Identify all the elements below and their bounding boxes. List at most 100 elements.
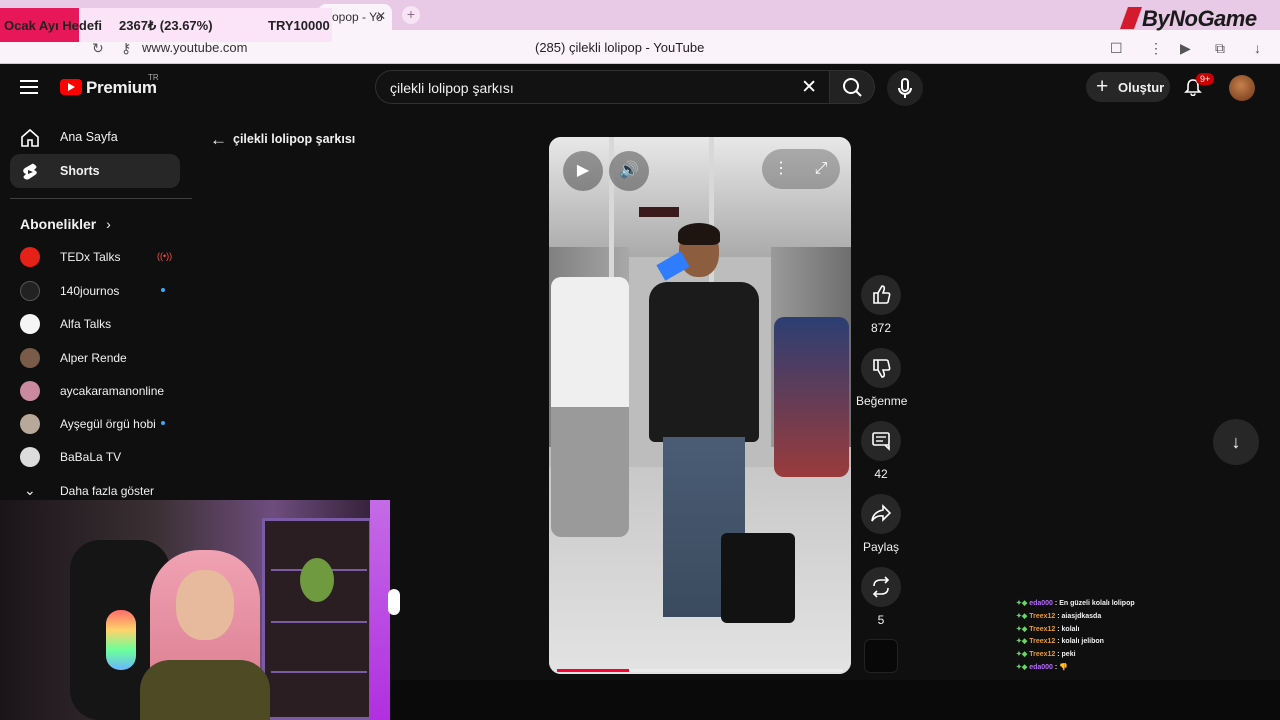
- download-icon[interactable]: ↓: [1254, 40, 1261, 56]
- subscription-item[interactable]: Alfa Talks: [10, 309, 180, 339]
- comment-count: 42: [874, 467, 888, 481]
- remix-icon: [872, 576, 890, 598]
- create-label: Oluştur: [1118, 80, 1165, 95]
- volume-icon[interactable]: 🔊: [609, 151, 649, 191]
- back-label: çilekli lolipop şarkısı: [233, 132, 356, 146]
- media-icon[interactable]: ▶: [1180, 40, 1191, 57]
- next-short-button[interactable]: ↓: [1213, 419, 1259, 465]
- clear-search-icon[interactable]: ✕: [801, 76, 817, 99]
- arrow-left-icon: ←: [210, 130, 227, 149]
- subscriptions-header[interactable]: Abonelikler ›: [20, 216, 111, 232]
- chat-message: ✦◆ Treex12 : aiasjdkasda: [1016, 611, 1216, 624]
- search-input[interactable]: çilekli lolipop şarkısı ✕: [375, 70, 830, 104]
- goal-label: Ocak Ayı Hedefi: [4, 18, 103, 33]
- goal-target: TRY10000: [268, 18, 330, 33]
- voice-search-button[interactable]: [887, 70, 923, 106]
- youtube-logo-icon[interactable]: [60, 79, 82, 95]
- channel-name: Ayşegül örgü hobi: [60, 417, 156, 431]
- like-button[interactable]: [861, 275, 901, 315]
- channel-name: TEDx Talks: [60, 250, 121, 264]
- fullscreen-icon[interactable]: ⤢: [801, 149, 841, 189]
- url-field[interactable]: www.youtube.com: [142, 40, 248, 55]
- thumbs-down-icon: [873, 359, 891, 378]
- share-icon: [871, 504, 892, 522]
- comments-button[interactable]: [861, 421, 901, 461]
- sidebar-item-label: Ana Sayfa: [60, 130, 118, 144]
- search-button[interactable]: [829, 70, 875, 104]
- page-title: (285) çilekli lolipop - YouTube: [535, 40, 705, 55]
- play-button[interactable]: ▶: [563, 151, 603, 191]
- shorts-video-player[interactable]: ▶ 🔊 ⋮ ⤢: [549, 137, 851, 674]
- new-content-dot: [161, 421, 165, 425]
- chevron-right-icon: ›: [106, 216, 111, 232]
- new-tab-icon[interactable]: +: [402, 6, 420, 24]
- dislike-label: Beğenme: [856, 394, 908, 408]
- microphone: [106, 610, 136, 670]
- chat-badge-icon: ✦◆: [1016, 638, 1030, 646]
- chat-badge-icon: ✦◆: [1016, 600, 1030, 607]
- subscription-item[interactable]: Ayşegül örgü hobi: [10, 409, 180, 439]
- sidebar-item-home[interactable]: Ana Sayfa: [10, 120, 180, 154]
- chat-text: aiasjdkasda: [1061, 612, 1102, 620]
- chat-username: Treex12: [1029, 625, 1056, 633]
- channel-avatar: [20, 314, 40, 334]
- thumbs-up-icon: [873, 285, 891, 304]
- channel-avatar: [20, 447, 40, 467]
- channel-name: aycakaramanonline: [60, 384, 165, 398]
- bookmark-icon[interactable]: ☐: [1110, 40, 1123, 57]
- remix-button[interactable]: [861, 567, 901, 607]
- extensions-icon[interactable]: ⧉: [1215, 40, 1225, 57]
- back-to-search-button[interactable]: ← çilekli lolipop şarkısı: [210, 130, 355, 150]
- like-action: 872: [856, 275, 906, 335]
- channel-avatar: [20, 281, 40, 301]
- stream-chat-overlay: ✦◆ eda000 : En güzeli kolalı lolipop ✦◆ T…: [1016, 598, 1216, 675]
- create-button[interactable]: + Oluştur: [1086, 72, 1170, 102]
- video-progress-bar[interactable]: [557, 669, 843, 672]
- chat-username: Treex12: [1029, 612, 1056, 620]
- remix-action: 5: [856, 567, 906, 627]
- arrow-down-icon: ↓: [1231, 432, 1241, 452]
- youtube-masthead: Premium TR çilekli lolipop şarkısı ✕ + O…: [0, 64, 1280, 112]
- sidebar-divider: [10, 198, 192, 199]
- tab-close-icon[interactable]: ✕: [376, 9, 386, 23]
- share-button[interactable]: [861, 494, 901, 534]
- audio-thumbnail[interactable]: [864, 639, 898, 673]
- account-avatar[interactable]: [1229, 75, 1255, 101]
- youtube-premium-label[interactable]: Premium: [86, 78, 157, 98]
- subscription-item[interactable]: TEDx Talks ((•)): [10, 242, 180, 272]
- share-label: Paylaş: [862, 540, 900, 554]
- chat-message: ✦◆ eda000 : En güzeli kolalı lolipop: [1016, 598, 1216, 611]
- chat-badge-icon: ✦◆: [1016, 663, 1030, 671]
- remix-count: 5: [877, 613, 885, 627]
- site-info-icon[interactable]: ⚷: [121, 40, 131, 57]
- chat-text: kolalı: [1061, 625, 1080, 633]
- dislike-button[interactable]: [861, 348, 901, 388]
- search-query: çilekli lolipop şarkısı: [390, 80, 514, 96]
- subscription-item[interactable]: BaBaLa TV: [10, 442, 180, 472]
- more-options-icon[interactable]: ⋮: [761, 149, 801, 189]
- subscription-item[interactable]: Alper Rende: [10, 343, 180, 373]
- home-icon: [21, 128, 39, 147]
- chat-text: En güzeli kolalı lolipop: [1059, 600, 1135, 607]
- sidebar-item-shorts[interactable]: Shorts: [10, 154, 180, 188]
- channel-avatar: [20, 348, 40, 368]
- chat-username: Treex12: [1029, 651, 1056, 659]
- channel-name: BaBaLa TV: [60, 450, 122, 464]
- channel-avatar: [20, 381, 40, 401]
- menu-icon[interactable]: ⋮: [1149, 40, 1163, 57]
- live-icon: ((•)): [157, 251, 173, 261]
- chat-username: Treex12: [1029, 638, 1056, 646]
- sidebar-item-label: Shorts: [60, 164, 100, 178]
- sidebar: Ana Sayfa Shorts Abonelikler › TEDx Talk…: [0, 112, 192, 502]
- chat-text: kolalı jelibon: [1061, 638, 1104, 646]
- reload-icon[interactable]: ↻: [92, 40, 104, 57]
- bookshelf: [262, 518, 372, 720]
- chat-badge-icon: ✦◆: [1016, 625, 1030, 633]
- channel-name: 140journos: [60, 284, 120, 298]
- hamburger-menu-icon[interactable]: [20, 80, 38, 94]
- share-action: Paylaş: [856, 494, 906, 554]
- chat-badge-icon: ✦◆: [1016, 651, 1030, 659]
- new-content-dot: [161, 288, 165, 292]
- subscription-item[interactable]: 140journos: [10, 276, 180, 306]
- subscription-item[interactable]: aycakaramanonline: [10, 376, 180, 406]
